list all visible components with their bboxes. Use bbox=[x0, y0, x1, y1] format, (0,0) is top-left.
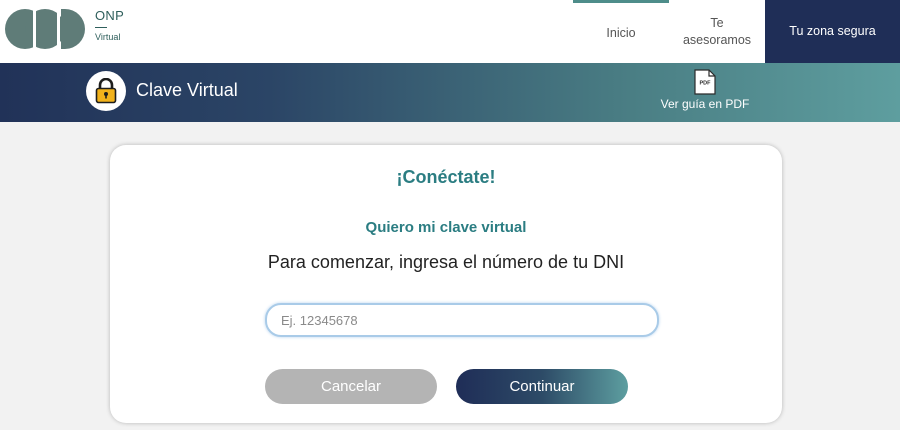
padlock-icon-badge bbox=[86, 71, 126, 111]
pdf-icon-text: PDF bbox=[700, 81, 712, 87]
onp-logo-icon[interactable] bbox=[5, 6, 85, 52]
nav-item-inicio[interactable]: Inicio bbox=[573, 0, 669, 63]
nav-item-te-asesoramos[interactable]: Te asesoramos bbox=[669, 0, 765, 63]
nav-item-tu-zona-segura[interactable]: Tu zona segura bbox=[765, 0, 900, 63]
pdf-guide-link[interactable]: PDF Ver guía en PDF bbox=[655, 69, 755, 117]
continue-button[interactable]: Continuar bbox=[456, 369, 628, 404]
form-subheading: Quiero mi clave virtual bbox=[365, 219, 527, 236]
form-instruction: Para comenzar, ingresa el número de tu D… bbox=[267, 252, 625, 272]
pdf-guide-label: Ver guía en PDF bbox=[660, 97, 750, 111]
padlock-icon bbox=[95, 78, 117, 104]
brand-divider bbox=[95, 27, 107, 28]
page-banner: Clave Virtual PDF Ver guía en PDF bbox=[0, 63, 900, 122]
dni-input[interactable] bbox=[265, 303, 659, 337]
form-heading: ¡Conéctate! bbox=[396, 167, 496, 187]
brand-subtitle: Virtual bbox=[95, 32, 121, 42]
cancel-button[interactable]: Cancelar bbox=[265, 369, 437, 404]
dni-form-card: ¡Conéctate! Quiero mi clave virtual Para… bbox=[110, 145, 782, 423]
nav-item-te-asesoramos-label: Te asesoramos bbox=[682, 15, 752, 47]
top-navigation: ONP Virtual Inicio Te asesoramos Tu zona… bbox=[0, 0, 900, 63]
page-title: Clave Virtual bbox=[136, 80, 238, 100]
pdf-document-icon: PDF bbox=[694, 69, 716, 95]
brand-name: ONP bbox=[95, 8, 125, 23]
